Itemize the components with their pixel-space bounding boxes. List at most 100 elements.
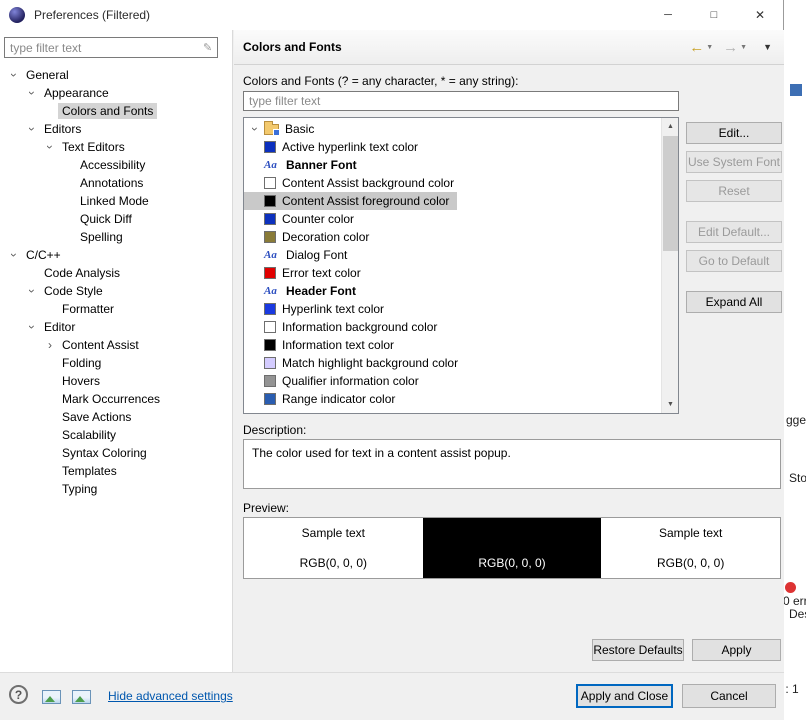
tree-item-label: Typing [62,482,98,496]
tree-item[interactable]: › Folding [0,354,232,372]
tree-chevron-icon[interactable]: › [42,339,58,351]
tree-item[interactable]: › Save Actions [0,408,232,426]
minimize-button[interactable]: ─ [645,0,691,30]
tree-chevron-icon[interactable]: › [7,67,21,83]
tree-item-label: Annotations [80,176,144,190]
list-item[interactable]: › Information background color [244,318,445,336]
list-item[interactable]: › Basic [244,120,322,138]
list-item[interactable]: › Decoration color [244,228,377,246]
list-scrollbar[interactable]: ▲ ▼ [661,118,678,413]
go-to-default-button[interactable]: Go to Default [686,250,782,272]
scroll-down-icon[interactable]: ▼ [662,396,678,413]
list-item-label: Content Assist background color [282,176,455,190]
list-item-label: Banner Font [286,158,357,172]
back-icon[interactable]: ← [689,39,704,56]
tree-item-label: Quick Diff [80,212,132,226]
tree-item[interactable]: › Templates [0,462,232,480]
tree-item-label: C/C++ [26,248,61,262]
sidebar-filter-input[interactable] [4,37,218,58]
edit-button[interactable]: Edit... [686,122,782,144]
tree-chevron-icon[interactable]: › [25,85,39,101]
list-item[interactable]: › Counter color [244,210,362,228]
tree-item[interactable]: › Content Assist [0,336,232,354]
item-icon: Aa [264,285,277,297]
item-icon: Aa [264,159,277,171]
picture-icon-2[interactable] [72,690,91,704]
tree-item[interactable]: › Code Analysis [0,264,232,282]
scrollbar-thumb[interactable] [663,136,678,251]
list-item[interactable]: › Error text color [244,264,369,282]
list-item-label: Dialog Font [286,248,348,262]
list-item[interactable]: › Active hyperlink text color [244,138,426,156]
tree-item-label: Editor [44,320,76,334]
forward-icon[interactable]: → [723,39,738,56]
tree-item[interactable]: › Accessibility [0,156,232,174]
item-icon [264,321,276,333]
back-dropdown-icon[interactable]: ▼ [706,44,713,51]
restore-defaults-button[interactable]: Restore Defaults [592,639,684,661]
tree-chevron-icon[interactable]: › [25,121,39,137]
list-item[interactable]: › Hyperlink text color [244,300,392,318]
tree-item-label: Hovers [62,374,101,388]
list-item[interactable]: › Range indicator color [244,390,403,408]
list-chevron-icon[interactable]: › [248,122,262,136]
tree-item[interactable]: › Formatter [0,300,232,318]
tree-item[interactable]: › C/C++ [0,246,232,264]
eclipse-app-icon [9,7,25,23]
use-system-font-button[interactable]: Use System Font [686,151,782,173]
content-area: Colors and Fonts ← ▼ → ▼ ▼ Colors and Fo… [234,30,784,672]
list-item[interactable]: › Information text color [244,336,402,354]
tree-item[interactable]: › Syntax Coloring [0,444,232,462]
apply-button[interactable]: Apply [692,639,781,661]
title-bar[interactable]: Preferences (Filtered) ─ □ ✕ [0,0,783,30]
preview-cell: RGB(0, 0, 0) [244,548,423,578]
sidebar: ✎ › General › Appearance › Colors and Fo… [0,30,233,672]
tree-chevron-icon[interactable]: › [25,283,39,299]
tree-item[interactable]: › General [0,66,232,84]
tree-chevron-icon[interactable]: › [7,247,21,263]
expand-all-button[interactable]: Expand All [686,291,782,313]
list-item[interactable]: › Content Assist background color [244,174,462,192]
tree-item[interactable]: › Appearance [0,84,232,102]
list-item-label: Range indicator color [282,392,396,406]
picture-icon-1[interactable] [42,690,61,704]
maximize-button[interactable]: □ [691,0,737,30]
tree-item[interactable]: › Mark Occurrences [0,390,232,408]
list-item[interactable]: › Content Assist foreground color [244,192,458,210]
preview-label: Preview: [243,501,290,515]
tree-item[interactable]: › Quick Diff [0,210,232,228]
tree-item[interactable]: › Linked Mode [0,192,232,210]
list-filter-input[interactable] [243,91,679,111]
hide-advanced-settings-link[interactable]: Hide advanced settings [108,689,233,703]
scroll-up-icon[interactable]: ▲ [662,118,678,135]
list-item[interactable]: › Match highlight background color [244,354,466,372]
forward-dropdown-icon[interactable]: ▼ [740,44,747,51]
cancel-button[interactable]: Cancel [682,684,776,708]
preview-cell: RGB(0, 0, 0) [422,548,602,578]
tree-item[interactable]: › Scalability [0,426,232,444]
close-button[interactable]: ✕ [737,0,783,30]
tree-chevron-icon[interactable]: › [43,139,57,155]
tree-item-label: Colors and Fonts [58,103,158,119]
tree-item[interactable]: › Colors and Fonts [0,102,232,120]
tree-item[interactable]: › Text Editors [0,138,232,156]
edit-default-button[interactable]: Edit Default... [686,221,782,243]
tree-item[interactable]: › Code Style [0,282,232,300]
reset-button[interactable]: Reset [686,180,782,202]
view-menu-icon[interactable]: ▼ [763,42,772,52]
tree-item[interactable]: › Editor [0,318,232,336]
item-icon [264,357,276,369]
tree-item[interactable]: › Typing [0,480,232,498]
tree-chevron-icon[interactable]: › [25,319,39,335]
list-item[interactable]: › Qualifier information color [244,372,427,390]
apply-and-close-button[interactable]: Apply and Close [576,684,673,708]
list-item[interactable]: › Aa Banner Font [244,156,365,174]
tree-item[interactable]: › Hovers [0,372,232,390]
list-item[interactable]: › Aa Header Font [244,282,364,300]
list-item[interactable]: › Aa Dialog Font [244,246,355,264]
help-icon[interactable]: ? [9,685,28,704]
tree-item[interactable]: › Annotations [0,174,232,192]
tree-item[interactable]: › Spelling [0,228,232,246]
tree-item[interactable]: › Editors [0,120,232,138]
item-icon [264,267,276,279]
